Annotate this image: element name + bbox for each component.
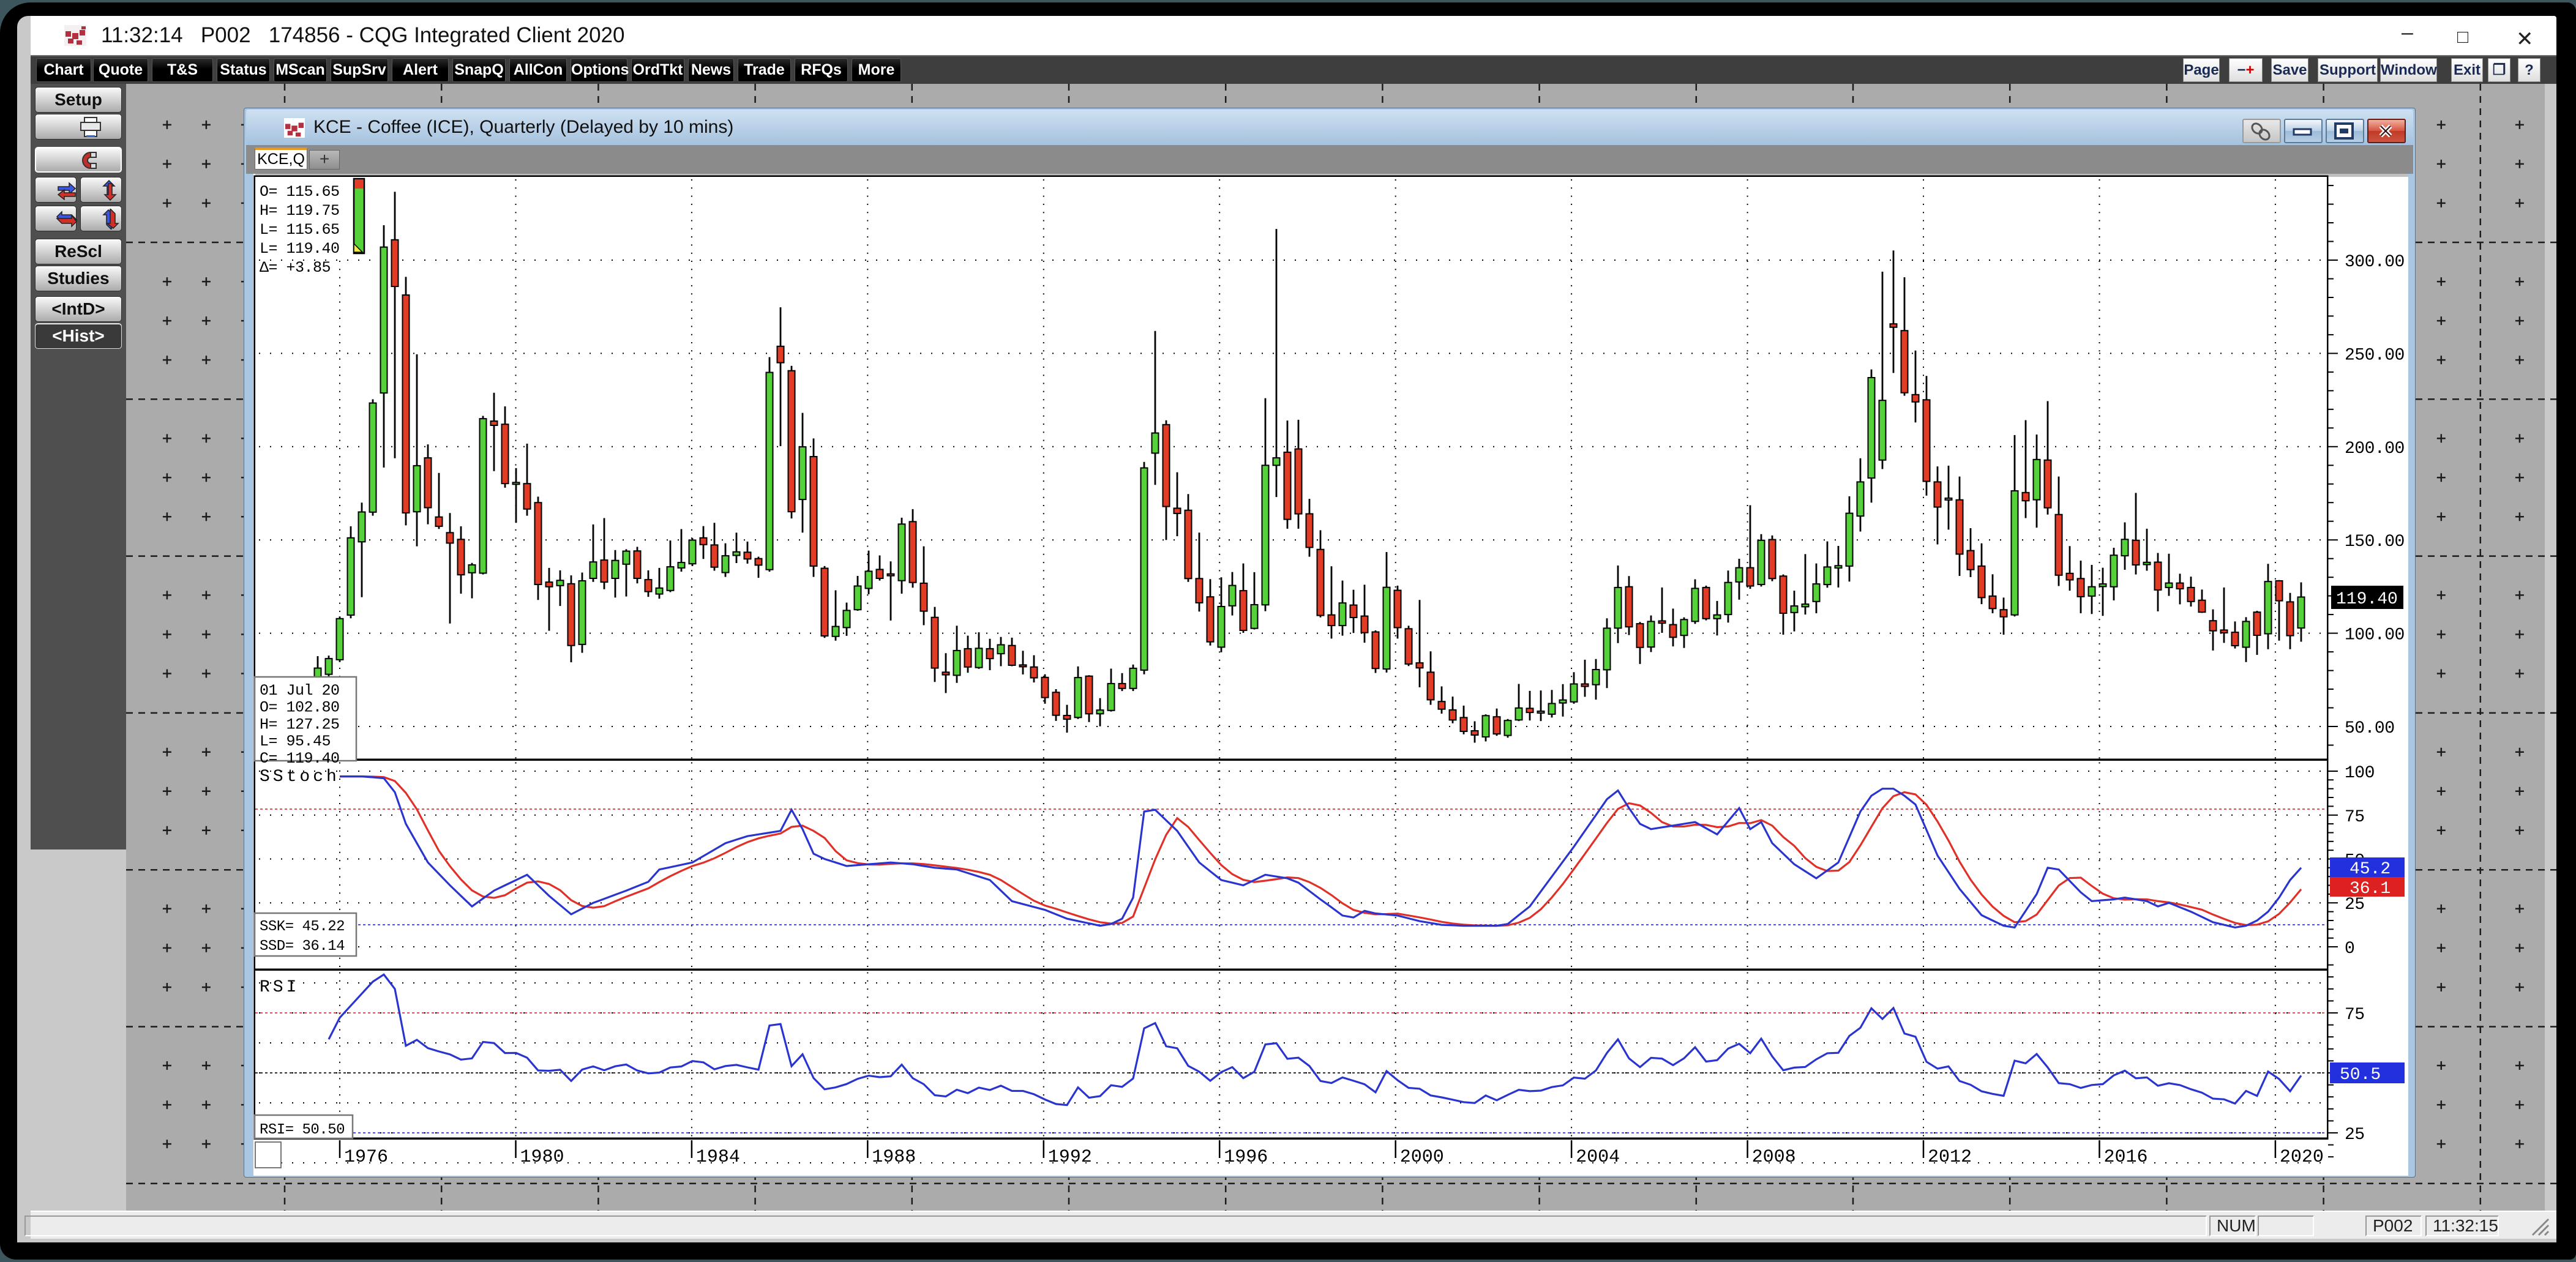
svg-text:119.40: 119.40 xyxy=(2336,590,2398,609)
svg-text:100.00: 100.00 xyxy=(2345,626,2405,645)
svg-text:Δ= +3.85: Δ= +3.85 xyxy=(260,259,331,277)
svg-text:1996: 1996 xyxy=(1224,1147,1268,1168)
svg-text:SStoch: SStoch xyxy=(260,767,340,786)
svg-text:1992: 1992 xyxy=(1048,1147,1092,1168)
svg-text:250.00: 250.00 xyxy=(2345,346,2405,365)
svg-text:2020: 2020 xyxy=(2280,1147,2324,1168)
svg-text:H= 127.25: H= 127.25 xyxy=(260,715,340,733)
svg-text:L= 115.65: L= 115.65 xyxy=(260,221,340,239)
svg-text:H= 119.75: H= 119.75 xyxy=(260,202,340,220)
svg-text:L= 119.40: L= 119.40 xyxy=(260,240,340,258)
svg-text:L= 95.45: L= 95.45 xyxy=(260,733,331,750)
svg-text:75: 75 xyxy=(2345,808,2365,827)
svg-text:RSI: RSI xyxy=(260,978,299,997)
svg-text:1984: 1984 xyxy=(696,1147,740,1168)
svg-text:1976: 1976 xyxy=(344,1147,388,1168)
svg-text:25: 25 xyxy=(2345,1126,2365,1144)
svg-text:O= 102.80: O= 102.80 xyxy=(260,699,340,717)
svg-text:36.1: 36.1 xyxy=(2349,879,2391,898)
svg-text:75: 75 xyxy=(2345,1006,2365,1025)
svg-text:150.00: 150.00 xyxy=(2345,532,2405,551)
svg-text:O= 115.65: O= 115.65 xyxy=(260,183,340,201)
svg-text:1980: 1980 xyxy=(520,1147,564,1168)
svg-text:1988: 1988 xyxy=(872,1147,916,1168)
svg-text:2008: 2008 xyxy=(1752,1147,1796,1168)
svg-text:50.5: 50.5 xyxy=(2340,1066,2381,1085)
svg-text:2016: 2016 xyxy=(2104,1147,2148,1168)
svg-text:300.00: 300.00 xyxy=(2345,253,2405,272)
svg-text:RSI= 50.50: RSI= 50.50 xyxy=(260,1122,345,1138)
svg-text:100: 100 xyxy=(2345,764,2375,783)
svg-text:45.2: 45.2 xyxy=(2349,860,2391,879)
svg-text:SSD= 36.14: SSD= 36.14 xyxy=(260,938,345,955)
svg-text:2004: 2004 xyxy=(1576,1147,1620,1168)
svg-text:0: 0 xyxy=(2345,939,2354,958)
svg-text:50.00: 50.00 xyxy=(2345,719,2395,738)
svg-text:01 Jul 20: 01 Jul 20 xyxy=(260,682,340,700)
svg-text:2000: 2000 xyxy=(1400,1147,1444,1168)
svg-text:C= 119.40: C= 119.40 xyxy=(260,750,340,767)
svg-text:200.00: 200.00 xyxy=(2345,439,2405,458)
svg-text:SSK= 45.22: SSK= 45.22 xyxy=(260,919,345,935)
svg-text:2012: 2012 xyxy=(1928,1147,1972,1168)
